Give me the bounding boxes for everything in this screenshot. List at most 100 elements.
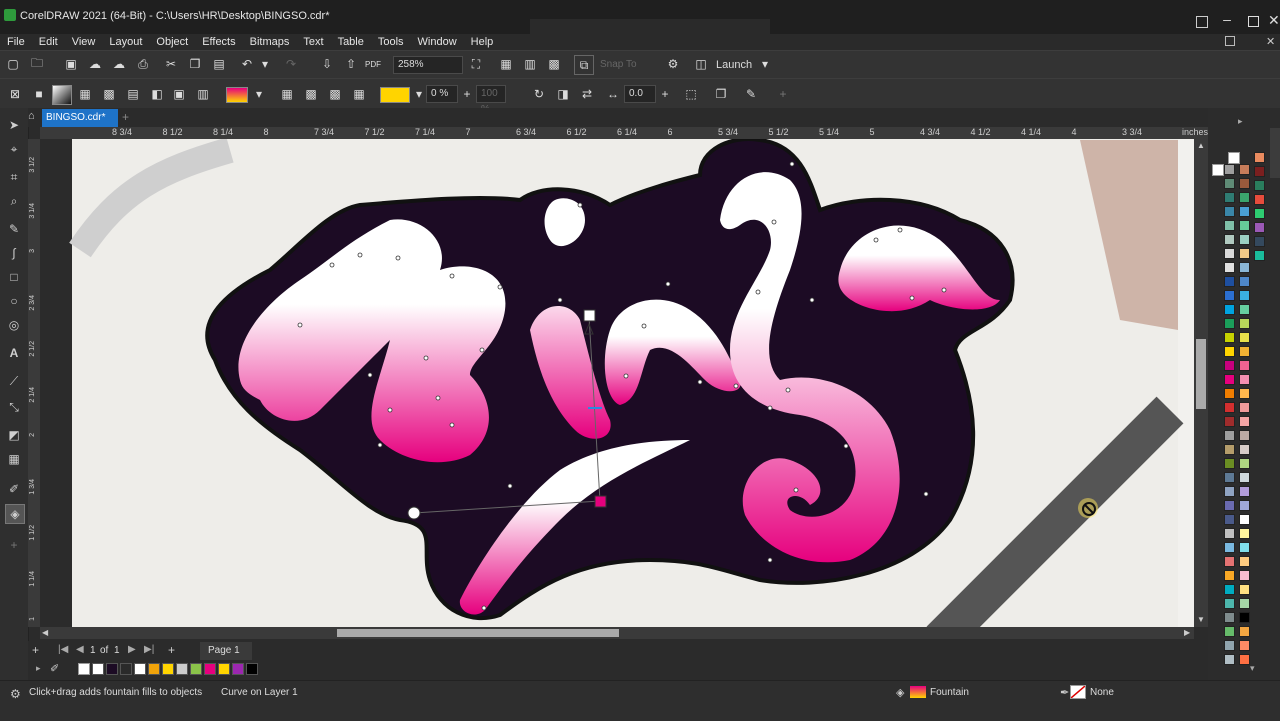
scroll-down-icon[interactable]: ▼ bbox=[1197, 615, 1205, 624]
palette-arrow-icon[interactable]: ▸ bbox=[36, 663, 41, 674]
new-tab-icon[interactable]: + bbox=[122, 110, 129, 124]
palette-swatch[interactable] bbox=[1239, 528, 1250, 539]
palette-swatch[interactable] bbox=[1239, 500, 1250, 511]
palette-swatch[interactable] bbox=[1224, 374, 1235, 385]
palette-swatch[interactable] bbox=[1239, 654, 1250, 665]
document-palette-swatch[interactable] bbox=[190, 663, 202, 675]
palette-swatch[interactable] bbox=[1224, 472, 1235, 483]
zoom-to-page-icon[interactable]: ⛶ bbox=[467, 55, 485, 73]
crop-icon[interactable]: ⌗ bbox=[5, 168, 23, 186]
palette-swatch[interactable] bbox=[1224, 612, 1235, 623]
palette-swatch[interactable] bbox=[1224, 444, 1235, 455]
palette-swatch[interactable] bbox=[1224, 640, 1235, 651]
menu-layout[interactable]: Layout bbox=[102, 34, 149, 50]
docker-tab[interactable] bbox=[1270, 128, 1280, 178]
palette-swatch[interactable] bbox=[1224, 220, 1235, 231]
minimize-button[interactable]: – bbox=[1220, 12, 1234, 28]
palette-swatch[interactable] bbox=[1239, 234, 1250, 245]
palette-swatch[interactable] bbox=[1224, 598, 1235, 609]
palette-swatch[interactable] bbox=[1239, 626, 1250, 637]
palette-swatch[interactable] bbox=[1254, 166, 1265, 177]
menu-edit[interactable]: Edit bbox=[32, 34, 65, 50]
drawing-canvas[interactable] bbox=[40, 139, 1194, 627]
palette-swatch[interactable] bbox=[1239, 318, 1250, 329]
prev-page-icon[interactable]: ◀ bbox=[76, 644, 84, 655]
open-folder-icon[interactable]: 🗀 bbox=[28, 55, 46, 73]
palette-swatch[interactable] bbox=[1254, 236, 1265, 247]
document-tab[interactable]: BINGSO.cdr* bbox=[42, 109, 118, 127]
palette-swatch[interactable] bbox=[1224, 346, 1235, 357]
palette-swatch[interactable] bbox=[1239, 486, 1250, 497]
transparency-fountain-icon[interactable]: ▩ bbox=[326, 85, 344, 103]
fill-status-swatch[interactable] bbox=[910, 686, 926, 698]
fill-swatch[interactable] bbox=[226, 87, 248, 103]
palette-swatch[interactable] bbox=[1239, 276, 1250, 287]
two-color-pattern-icon[interactable]: ▤ bbox=[124, 85, 142, 103]
palette-swatch[interactable] bbox=[1239, 346, 1250, 357]
document-palette-swatch[interactable] bbox=[92, 663, 104, 675]
menu-restore-icon[interactable] bbox=[1225, 36, 1235, 46]
copy-icon[interactable]: ❐ bbox=[186, 55, 204, 73]
palette-swatch[interactable] bbox=[1239, 220, 1250, 231]
brush-icon[interactable]: ∫ bbox=[5, 244, 23, 262]
artwork-svg[interactable] bbox=[40, 139, 1194, 627]
palette-swatch[interactable] bbox=[1254, 180, 1265, 191]
menu-table[interactable]: Table bbox=[331, 34, 371, 50]
palette-swatch[interactable] bbox=[1239, 248, 1250, 259]
palette-swatch[interactable] bbox=[1239, 402, 1250, 413]
paste-icon[interactable]: ▤ bbox=[210, 55, 228, 73]
full-screen-icon[interactable]: ▦ bbox=[497, 55, 515, 73]
offset-plus-icon[interactable]: + bbox=[656, 85, 674, 103]
palette-no-color-swatch[interactable] bbox=[1228, 152, 1240, 164]
rotate-icon[interactable]: ↻ bbox=[530, 85, 548, 103]
palette-swatch[interactable] bbox=[1239, 178, 1250, 189]
edit-fill-icon[interactable]: ✎ bbox=[742, 85, 760, 103]
palette-swatch[interactable] bbox=[1239, 304, 1250, 315]
palette-swatch[interactable] bbox=[1239, 332, 1250, 343]
magnifier-icon[interactable]: ⌕ bbox=[5, 192, 23, 210]
palette-swatch[interactable] bbox=[1224, 164, 1235, 175]
palette-swatch[interactable] bbox=[1239, 206, 1250, 217]
text-icon[interactable]: A bbox=[5, 344, 23, 362]
palette-swatch[interactable] bbox=[1224, 318, 1235, 329]
restore-button[interactable] bbox=[1248, 16, 1259, 27]
palette-swatch[interactable] bbox=[1224, 276, 1235, 287]
shadow-icon[interactable]: ◩ bbox=[5, 426, 23, 444]
palette-swatch[interactable] bbox=[1224, 192, 1235, 203]
scroll-left-icon[interactable]: ◀ bbox=[42, 628, 48, 637]
palette-swatch[interactable] bbox=[1239, 542, 1250, 553]
document-palette-swatch[interactable] bbox=[134, 663, 146, 675]
horizontal-scroll-thumb[interactable] bbox=[337, 629, 619, 637]
document-palette-swatch[interactable] bbox=[148, 663, 160, 675]
palette-swatch[interactable] bbox=[1254, 250, 1265, 261]
no-color-swatch[interactable] bbox=[78, 663, 90, 675]
vector-pattern-icon[interactable]: ▦ bbox=[76, 85, 94, 103]
print-icon[interactable]: ⎙ bbox=[134, 55, 152, 73]
rectangle-icon[interactable]: □ bbox=[5, 268, 23, 286]
bitmap-pattern-icon[interactable]: ▩ bbox=[100, 85, 118, 103]
palette-swatch[interactable] bbox=[1224, 556, 1235, 567]
transparency-uniform-icon[interactable]: ▩ bbox=[302, 85, 320, 103]
fill-bucket-icon[interactable]: ◈ bbox=[5, 504, 25, 524]
document-palette-swatch[interactable] bbox=[218, 663, 230, 675]
offset-field[interactable]: 0.0 bbox=[624, 85, 656, 103]
palette-swatch[interactable] bbox=[1224, 542, 1235, 553]
transparency-none-icon[interactable]: ▦ bbox=[278, 85, 296, 103]
palette-no-outline-swatch[interactable] bbox=[1212, 164, 1224, 176]
palette-swatch[interactable] bbox=[1224, 626, 1235, 637]
palette-swatch[interactable] bbox=[1224, 248, 1235, 259]
grid-icon[interactable]: ▩ bbox=[545, 55, 563, 73]
home-icon[interactable]: ⌂ bbox=[28, 110, 40, 124]
document-palette-swatch[interactable] bbox=[232, 663, 244, 675]
close-button[interactable]: ✕ bbox=[1268, 12, 1280, 29]
palette-swatch[interactable] bbox=[1224, 570, 1235, 581]
menu-view[interactable]: View bbox=[65, 34, 103, 50]
undo-dropdown-icon[interactable]: ▾ bbox=[256, 55, 274, 73]
palette-swatch[interactable] bbox=[1239, 584, 1250, 595]
save-icon[interactable]: ▣ bbox=[62, 55, 80, 73]
palette-swatch[interactable] bbox=[1224, 458, 1235, 469]
launch-label[interactable]: Launch bbox=[716, 59, 752, 71]
palette-swatch[interactable] bbox=[1224, 290, 1235, 301]
texture-fill-icon[interactable]: ◧ bbox=[148, 85, 166, 103]
palette-swatch[interactable] bbox=[1224, 262, 1235, 273]
